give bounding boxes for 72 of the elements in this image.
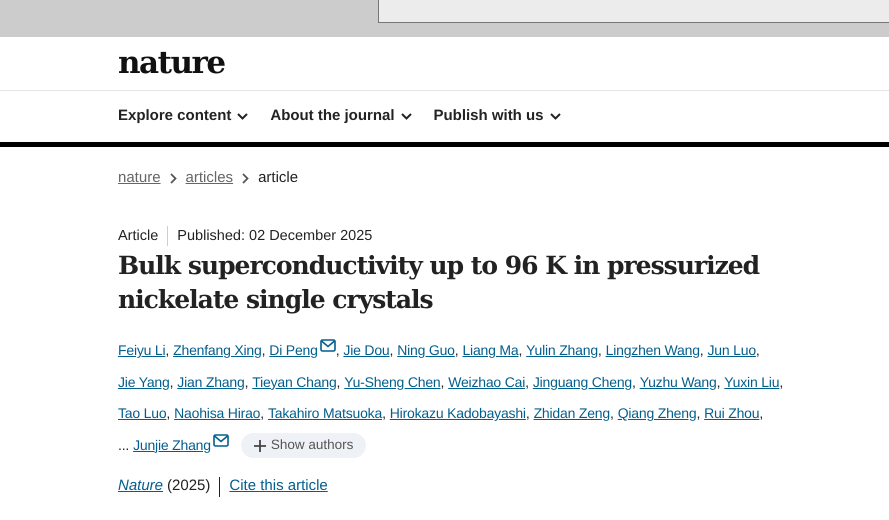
chevron-down-icon (237, 113, 248, 120)
journal-link[interactable]: Nature (118, 475, 164, 498)
author-link[interactable]: Jinguang Cheng (532, 366, 632, 398)
chevron-right-icon (170, 172, 177, 184)
author-link[interactable]: Hirokazu Kadobayashi (390, 398, 526, 430)
author-link[interactable]: Qiang Zheng (618, 398, 696, 430)
author-link[interactable]: Takahiro Matsuoka (268, 398, 382, 430)
comma: , (382, 404, 386, 424)
comma: , (716, 372, 720, 392)
comma: , (262, 341, 266, 360)
author-link[interactable]: Liang Ma (462, 335, 518, 367)
logo[interactable]: nature (118, 48, 225, 79)
cite-link[interactable]: Cite this article (229, 475, 328, 498)
comma: , (260, 404, 264, 424)
article-title: Bulk superconductivity up to 96 K in pressurized nickelate single crystals (118, 250, 760, 316)
comma: , (165, 341, 170, 360)
show-authors-button[interactable]: Show authors (240, 433, 366, 458)
author-link[interactable]: Zhenfang Xing (173, 335, 262, 367)
author-link[interactable]: Tieyan Chang (252, 366, 337, 398)
author-link[interactable]: Jie Yang (118, 366, 170, 398)
comma: , (598, 341, 602, 360)
author-link[interactable]: Naohisa Hirao (174, 398, 260, 430)
chevron-down-icon (550, 113, 561, 120)
breadcrumb-current: article (258, 168, 298, 188)
comma: , (759, 404, 764, 424)
comma: , (518, 341, 522, 360)
comma: , (336, 372, 340, 392)
author-link[interactable]: Tao Luo (118, 398, 166, 430)
publication-year: (2025) (167, 476, 210, 496)
comma: , (454, 341, 458, 360)
comma: , (336, 341, 340, 360)
comma: , (779, 372, 784, 392)
comma: , (390, 341, 394, 360)
breadcrumb-link[interactable]: nature (118, 167, 161, 190)
author-link[interactable]: Yu-Sheng Chen (344, 366, 440, 398)
author-link[interactable]: Di Peng (269, 335, 336, 367)
comma: , (440, 372, 444, 392)
comma: , (526, 404, 530, 424)
comma: , (525, 372, 529, 392)
author-link[interactable]: Yuxin Liu (724, 366, 780, 398)
comma: , (700, 341, 704, 360)
author-link[interactable]: Yuzhu Wang (640, 366, 717, 398)
chevron-down-icon (400, 113, 412, 120)
comma: , (696, 404, 700, 424)
author-link[interactable]: Weizhao Cai (448, 366, 526, 398)
author-link[interactable]: Jun Luo (707, 335, 756, 367)
nav-menu-button[interactable]: About the journal (270, 105, 412, 128)
mail-icon (212, 434, 229, 447)
publish-date: Published: 02 December 2025 (177, 226, 372, 246)
comma: , (632, 372, 636, 392)
breadcrumb-link[interactable]: articles (186, 167, 234, 190)
author-link[interactable]: Ning Guo (397, 335, 455, 367)
nav-menu-button[interactable]: Explore content (118, 105, 248, 128)
author-link[interactable]: Lingzhen Wang (606, 335, 700, 367)
comma: , (244, 372, 248, 392)
nav-menu-button[interactable]: Publish with us (434, 105, 561, 128)
comma: , (756, 341, 760, 360)
author-link[interactable]: Jian Zhang (177, 366, 245, 398)
author-link[interactable]: Rui Zhou (704, 398, 760, 430)
comma: , (610, 404, 614, 424)
comma: , (166, 404, 170, 424)
author-link[interactable]: Feiyu Li (118, 335, 166, 367)
author-link[interactable]: Junjie Zhang (133, 430, 229, 462)
ellipsis: ... (118, 436, 130, 455)
author-link[interactable]: Zhidan Zeng (534, 398, 610, 430)
mail-icon (320, 339, 336, 352)
author-link[interactable]: Yulin Zhang (526, 335, 598, 367)
author-link[interactable]: Jie Dou (343, 335, 390, 367)
chevron-right-icon (242, 172, 250, 184)
article-type: Article (118, 226, 158, 246)
plus-icon (254, 440, 266, 452)
comma: , (170, 372, 174, 392)
